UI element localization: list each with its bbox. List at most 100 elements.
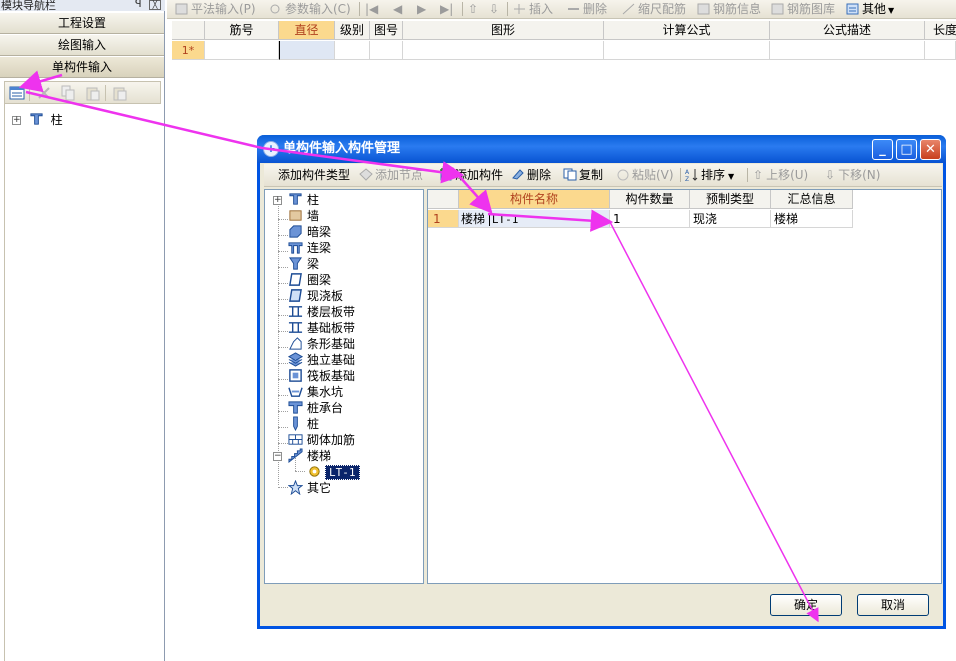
add-component-type-button[interactable]: 添加构件类型 — [278, 168, 350, 183]
tree-item-wall[interactable]: 墙 — [288, 208, 319, 224]
toolbar-pingfa-input[interactable]: 平法输入(P) — [175, 2, 256, 17]
nav-button-project-settings[interactable]: 工程设置 — [0, 12, 164, 34]
tree-item-other[interactable]: 其它 — [288, 480, 331, 496]
tree-item-coupling-beam[interactable]: 连梁 — [288, 240, 331, 256]
dialog-title: 单构件输入构件管理 — [283, 141, 401, 156]
toolbar-param-input[interactable]: 参数输入(C) — [269, 2, 351, 17]
tree-expand-icon[interactable]: + — [12, 116, 21, 125]
tree-expand-icon[interactable]: + — [273, 196, 282, 205]
table-cell-summary[interactable]: 楼梯 — [771, 210, 853, 228]
grid-header-formula[interactable]: 计算公式 — [604, 21, 770, 40]
toolbar-rebar-info[interactable]: 钢筋信息 — [697, 2, 761, 17]
close-icon[interactable]: ╳ — [149, 0, 161, 10]
delete-icon[interactable] — [36, 85, 52, 101]
close-button[interactable]: ✕ — [920, 139, 941, 160]
paste-special-icon[interactable] — [112, 85, 128, 101]
tree-item-pile[interactable]: 桩 — [288, 416, 319, 432]
copy-icon[interactable] — [60, 85, 76, 101]
add-node-button[interactable]: 添加节点 — [359, 168, 423, 183]
move-down-button[interactable]: ⇩ 下移(N) — [825, 168, 880, 183]
toolbar-rebar-library[interactable]: 钢筋图库 — [771, 2, 835, 17]
tree-item-beam[interactable]: 梁 — [288, 256, 319, 272]
grid-cell-diameter[interactable] — [279, 41, 335, 60]
grid-cell-length[interactable] — [925, 41, 956, 60]
nav-tree-item-column[interactable]: + 柱 — [12, 111, 63, 127]
table-cell-component-name[interactable]: 楼梯 LT-1 — [459, 210, 610, 228]
tree-item-lt-1[interactable]: LT-1 — [307, 464, 360, 480]
grid-header-formula-desc[interactable]: 公式描述 — [770, 21, 925, 40]
move-up-arrow-icon[interactable]: ⇧ — [468, 2, 478, 17]
grid-header-bar-number[interactable]: 筋号 — [205, 21, 279, 40]
tree-item-column[interactable]: + 柱 — [273, 192, 319, 208]
tree-item-pile-cap[interactable]: 桩承台 — [288, 400, 343, 416]
grid-cell-formula-desc[interactable] — [770, 41, 925, 60]
dialog-title-bar[interactable]: + 单构件输入构件管理 _ □ ✕ — [257, 135, 946, 163]
prev-record-button[interactable]: ◀ — [393, 2, 402, 17]
cancel-button[interactable]: 取消 — [857, 594, 929, 616]
table-row-number: 1 — [428, 210, 459, 228]
sort-dropdown-button[interactable]: A Z 排序 ▼ — [685, 168, 734, 183]
add-component-button[interactable]: 添加构件 — [439, 168, 503, 183]
ok-button[interactable]: 确定 — [770, 594, 842, 616]
grid-header-length[interactable]: 长度 — [925, 21, 956, 40]
table-header-component-name[interactable]: 构件名称 — [459, 190, 610, 209]
grid-cell-shape[interactable] — [403, 41, 604, 60]
tree-item-cast-slab[interactable]: 现浇板 — [288, 288, 343, 304]
table-header-component-count[interactable]: 构件数量 — [610, 190, 690, 209]
table-header-summary[interactable]: 汇总信息 — [771, 190, 853, 209]
grid-cell-grade[interactable] — [335, 41, 370, 60]
toolbar-scale-rebar[interactable]: 缩尺配筋 — [622, 2, 686, 17]
grid-header-shape[interactable]: 图形 — [403, 21, 604, 40]
tree-item-raft-foundation[interactable]: 筏板基础 — [288, 368, 355, 384]
table-cell-prefab-type[interactable]: 现浇 — [690, 210, 771, 228]
tree-item-strip-foundation[interactable]: 条形基础 — [288, 336, 355, 352]
paste-component-button[interactable]: 粘贴(V) — [616, 168, 674, 183]
paste-icon[interactable] — [85, 85, 101, 101]
dropdown-arrow-icon: ▼ — [728, 172, 735, 181]
eraser-icon — [512, 169, 524, 180]
move-down-arrow-icon[interactable]: ⇩ — [489, 2, 499, 17]
nav-button-drawing-input[interactable]: 绘图输入 — [0, 34, 164, 56]
grid-corner-header — [172, 21, 205, 40]
tree-item-masonry-reinforcement[interactable]: 砌体加筋 — [288, 432, 355, 448]
main-toolbar: 平法输入(P) 参数输入(C) |◀ ◀ ▶ ▶| ⇧ ⇩ 插入 删除 缩尺配筋… — [167, 0, 956, 19]
grid-header-diameter[interactable]: 直径(mm) — [279, 21, 335, 56]
minimize-button[interactable]: _ — [872, 139, 893, 160]
component-name-prefix: 楼梯 — [461, 212, 486, 226]
grid-cell-formula[interactable] — [604, 41, 770, 60]
maximize-button[interactable]: □ — [896, 139, 917, 160]
svg-text:Z: Z — [685, 176, 689, 181]
grid-cell-figure-no[interactable] — [370, 41, 403, 60]
first-record-button[interactable]: |◀ — [365, 2, 378, 17]
copy-component-button[interactable]: 复制 — [563, 168, 603, 183]
table-corner-header — [428, 190, 459, 209]
move-up-button[interactable]: ⇧ 上移(U) — [753, 168, 808, 183]
last-record-button[interactable]: ▶| — [440, 2, 453, 17]
toolbar-other-menu[interactable]: 其他 ▼ — [846, 2, 894, 17]
tree-item-foundation-slab-strip[interactable]: 基础板带 — [288, 320, 355, 336]
table-header-prefab-type[interactable]: 预制类型 — [690, 190, 771, 209]
nav-toolbar — [4, 81, 161, 104]
grid-header-figure-no[interactable]: 图号 — [370, 21, 403, 40]
tree-item-sump-pit[interactable]: 集水坑 — [288, 384, 343, 400]
toolbar-delete[interactable]: 删除 — [567, 2, 607, 17]
tree-item-isolated-foundation[interactable]: 独立基础 — [288, 352, 355, 368]
table-cell-component-count[interactable]: 1 — [610, 210, 690, 228]
next-record-button[interactable]: ▶ — [417, 2, 426, 17]
tree-item-floor-slab-strip[interactable]: 楼层板带 — [288, 304, 355, 320]
component-name-editor[interactable]: LT-1 — [488, 213, 519, 226]
grid-cell-bar-number[interactable] — [205, 41, 279, 60]
tree-item-ring-beam[interactable]: 圈梁 — [288, 272, 331, 288]
tree-item-hidden-beam[interactable]: 暗梁 — [288, 224, 331, 240]
add-component-icon — [440, 168, 452, 181]
component-manage-icon[interactable] — [9, 85, 25, 101]
delete-component-button[interactable]: 删除 — [511, 168, 551, 183]
dropdown-arrow-icon: ▼ — [888, 6, 895, 15]
grid-header-grade[interactable]: 级别 — [335, 21, 370, 40]
pin-icon[interactable]: ꟼ — [135, 0, 142, 9]
nav-button-single-component-input[interactable]: 单构件输入 — [0, 56, 164, 78]
tree-item-stair[interactable]: − 楼梯 — [273, 448, 331, 464]
coupling-beam-icon — [288, 242, 303, 254]
tree-collapse-icon[interactable]: − — [273, 452, 282, 461]
toolbar-insert[interactable]: 插入 — [513, 2, 553, 17]
